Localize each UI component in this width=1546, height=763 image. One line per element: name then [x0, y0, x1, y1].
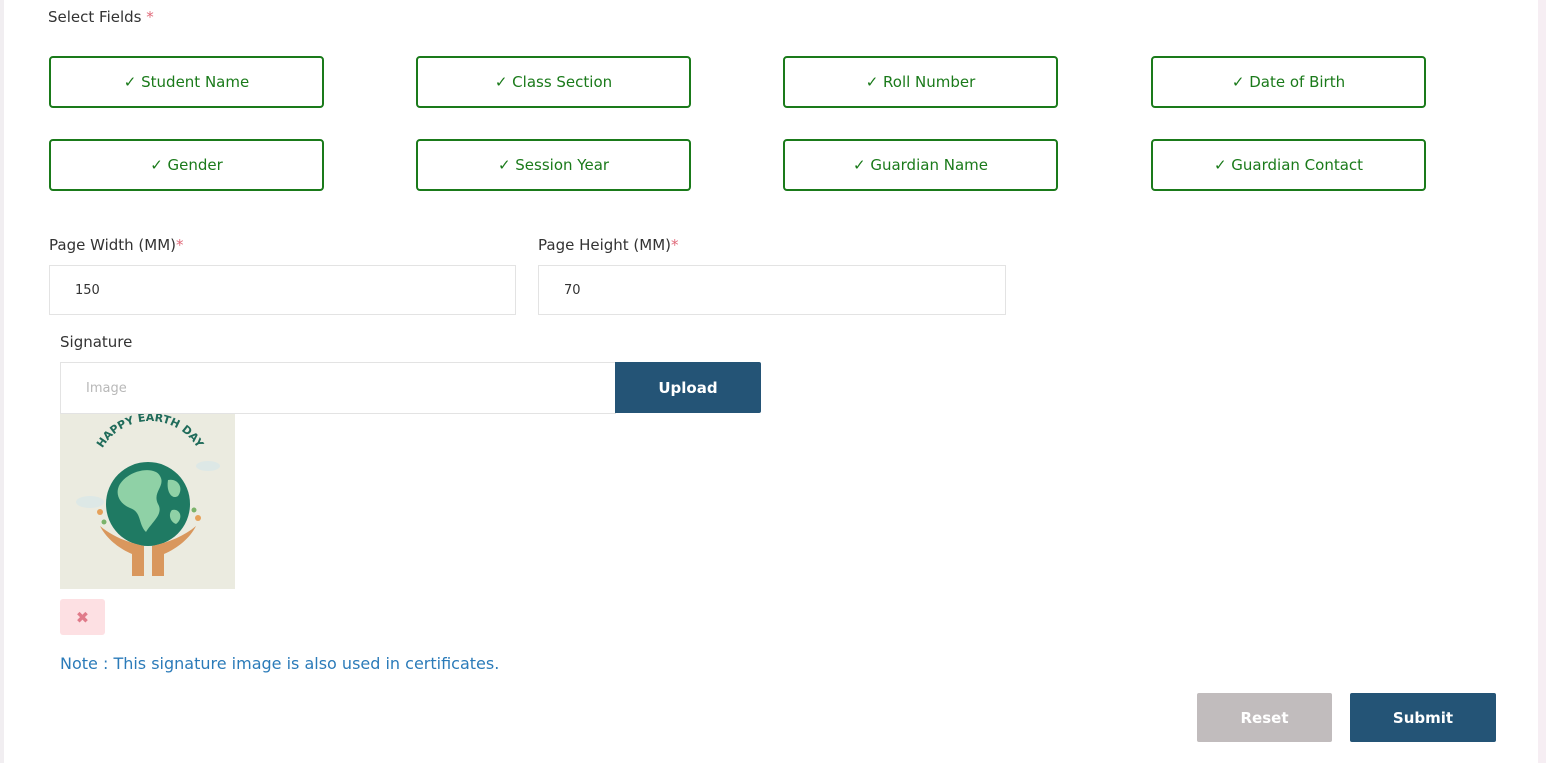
required-mark: *	[671, 236, 679, 254]
select-fields-label: Select Fields *	[48, 8, 154, 26]
submit-button[interactable]: Submit	[1350, 693, 1496, 742]
field-chip-gender[interactable]: ✓ Gender	[49, 139, 324, 191]
form-page: Select Fields * ✓ Student Name ✓ Class S…	[0, 0, 1546, 763]
select-fields-label-text: Select Fields	[48, 8, 142, 26]
upload-button[interactable]: Upload	[615, 362, 761, 413]
cloud-right	[196, 461, 220, 471]
signature-note: Note : This signature image is also used…	[60, 654, 500, 673]
left-border	[0, 0, 4, 763]
leaf-dot	[191, 507, 197, 513]
field-chip-session-year[interactable]: ✓ Session Year	[416, 139, 691, 191]
preview-arc-text: HAPPY EARTH DAY	[94, 414, 207, 451]
earth-day-illustration: HAPPY EARTH DAY	[76, 414, 220, 576]
cloud-left	[76, 496, 104, 508]
page-height-value: 70	[564, 282, 581, 298]
leaf-dot	[195, 515, 201, 521]
field-chip-roll-number[interactable]: ✓ Roll Number	[783, 56, 1058, 108]
signature-placeholder: Image	[86, 380, 127, 396]
field-chip-guardian-contact[interactable]: ✓ Guardian Contact	[1151, 139, 1426, 191]
leaf-dot	[101, 519, 107, 525]
right-border	[1538, 0, 1546, 763]
page-width-label-text: Page Width (MM)	[49, 236, 177, 254]
preview-arc-textpath: HAPPY EARTH DAY	[94, 414, 207, 451]
close-icon: ✖	[75, 607, 90, 627]
signature-label: Signature	[60, 333, 133, 351]
signature-preview-image: HAPPY EARTH DAY	[60, 414, 235, 589]
page-height-input[interactable]: 70	[538, 265, 1006, 315]
page-height-label-text: Page Height (MM)	[538, 236, 672, 254]
field-chip-date-of-birth[interactable]: ✓ Date of Birth	[1151, 56, 1426, 108]
reset-button[interactable]: Reset	[1197, 693, 1332, 742]
page-width-input[interactable]: 150	[49, 265, 516, 315]
leaf-dot	[97, 509, 103, 515]
remove-image-button[interactable]: ✖	[60, 599, 105, 635]
required-mark: *	[146, 8, 154, 26]
field-chip-guardian-name[interactable]: ✓ Guardian Name	[783, 139, 1058, 191]
required-mark: *	[176, 236, 184, 254]
signature-file-input[interactable]: Image	[60, 362, 616, 414]
page-height-label: Page Height (MM)*	[538, 236, 679, 254]
page-width-label: Page Width (MM)*	[49, 236, 184, 254]
field-chip-class-section[interactable]: ✓ Class Section	[416, 56, 691, 108]
page-width-value: 150	[75, 282, 100, 298]
field-chip-student-name[interactable]: ✓ Student Name	[49, 56, 324, 108]
